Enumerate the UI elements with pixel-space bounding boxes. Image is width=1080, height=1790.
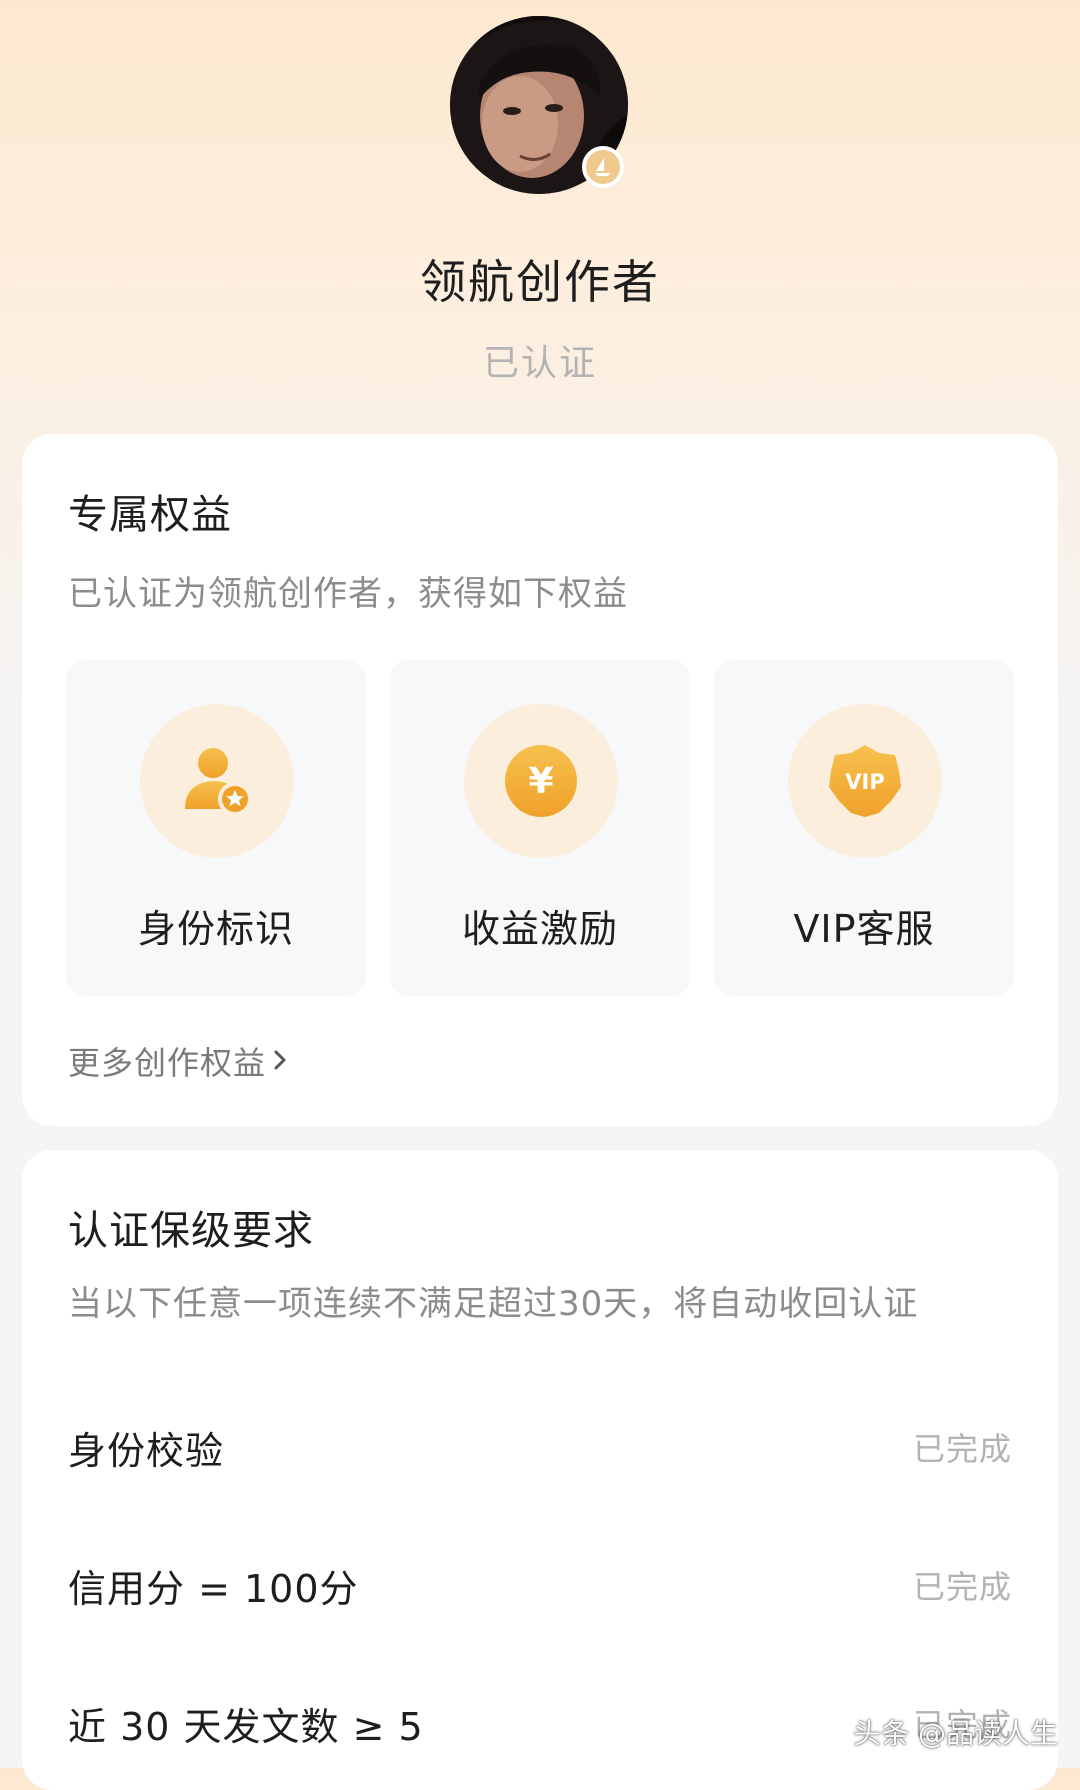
benefit-label: VIP客服 xyxy=(793,907,935,951)
requirements-title: 认证保级要求 xyxy=(68,1208,314,1254)
requirement-label: 信用分 = 100分 xyxy=(68,1567,359,1611)
benefit-icon-circle: VIP xyxy=(788,704,942,858)
more-benefits-label: 更多创作权益 xyxy=(68,1044,267,1082)
requirement-label: 近 30 天发文数 ≥ 5 xyxy=(68,1705,424,1749)
benefits-description: 已认证为领航创作者，获得如下权益 xyxy=(68,574,628,614)
benefit-vip-tile[interactable]: VIP VIP客服 xyxy=(714,660,1014,996)
requirement-status: 已完成 xyxy=(912,1430,1012,1468)
benefit-icon-circle xyxy=(140,704,294,858)
yuan-glyph: ¥ xyxy=(528,761,553,802)
page-title: 领航创作者 xyxy=(420,255,660,309)
benefit-icon-circle: ¥ xyxy=(464,704,618,858)
sailboat-icon xyxy=(582,146,624,188)
requirements-description: 当以下任意一项连续不满足超过30天，将自动收回认证 xyxy=(68,1284,919,1324)
requirement-row: 信用分 = 100分 已完成 xyxy=(68,1558,1012,1618)
yuan-coin-icon: ¥ xyxy=(505,745,577,817)
vip-badge-icon: VIP xyxy=(829,745,901,817)
benefits-title: 专属权益 xyxy=(68,492,232,538)
requirement-label: 身份校验 xyxy=(68,1429,225,1473)
requirement-row: 身份校验 已完成 xyxy=(68,1420,1012,1480)
requirement-status: 已完成 xyxy=(912,1568,1012,1606)
vip-glyph: VIP xyxy=(845,770,884,794)
benefit-label: 身份标识 xyxy=(137,907,294,951)
benefits-card: 专属权益 已认证为领航创作者，获得如下权益 身份标识 ¥ 收益激励 VIP VI… xyxy=(22,434,1058,1126)
user-star-icon xyxy=(185,748,252,816)
benefit-income-tile[interactable]: ¥ 收益激励 xyxy=(390,660,690,996)
status-badge: 已认证 xyxy=(482,343,597,384)
chevron-right-icon xyxy=(272,1042,288,1080)
requirements-card: 认证保级要求 当以下任意一项连续不满足超过30天，将自动收回认证 身份校验 已完… xyxy=(22,1150,1058,1790)
watermark: 头条 @品读人生 xyxy=(853,1717,1058,1750)
benefit-label: 收益激励 xyxy=(461,907,618,951)
avatar[interactable] xyxy=(450,16,628,194)
benefit-identity-tile[interactable]: 身份标识 xyxy=(66,660,366,996)
more-benefits-link[interactable]: 更多创作权益 xyxy=(68,1038,288,1084)
